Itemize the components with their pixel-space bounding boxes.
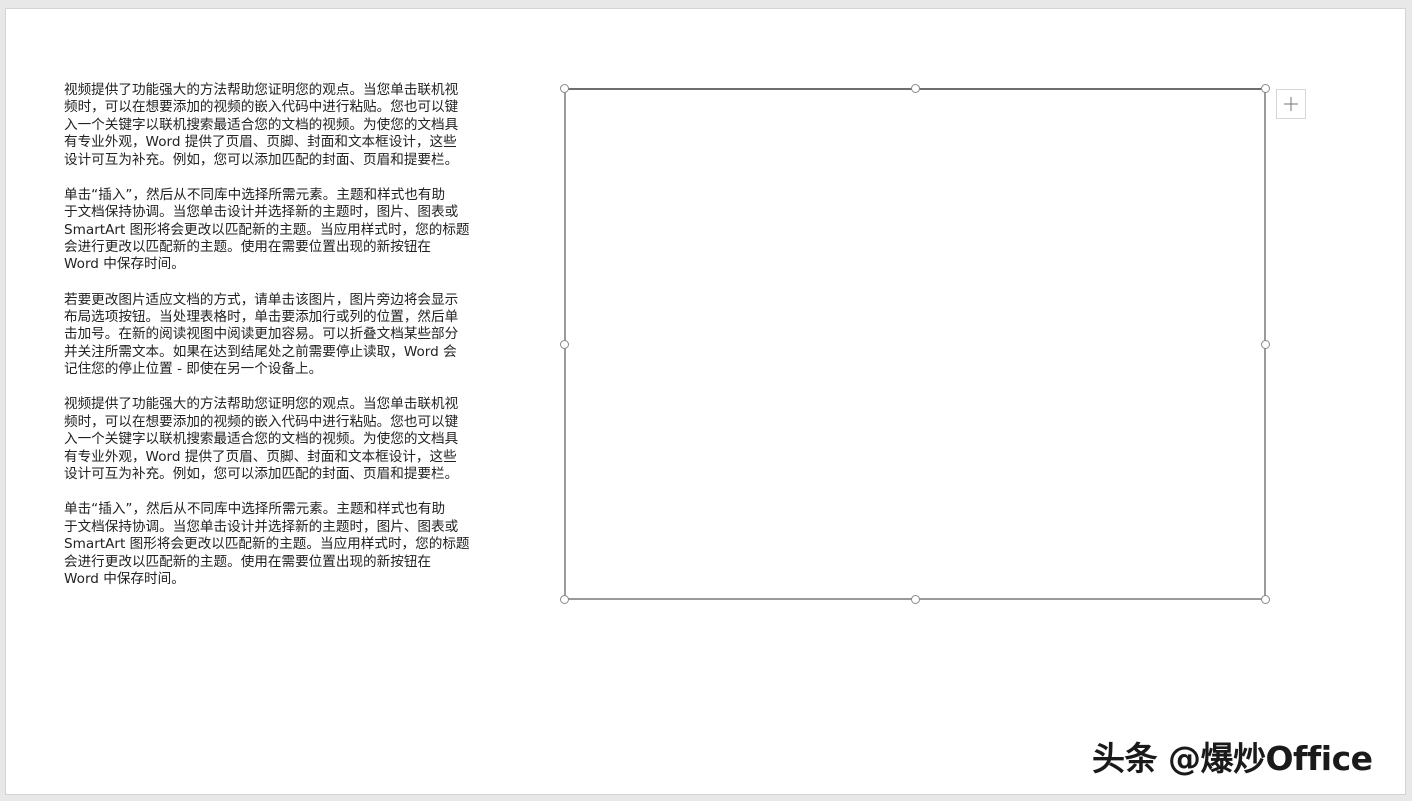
document-page[interactable]: 视频提供了功能强大的方法帮助您证明您的观点。当您单击联机视 频时，可以在想要添加… [5,8,1406,795]
selected-shape[interactable] [564,88,1266,600]
paragraph-2[interactable]: 单击“插入”，然后从不同库中选择所需元素。主题和样式也有助 于文档保持协调。当您… [64,187,509,274]
resize-handle-top-right[interactable] [1261,84,1270,93]
paragraph-4[interactable]: 视频提供了功能强大的方法帮助您证明您的观点。当您单击联机视 频时，可以在想要添加… [64,396,509,483]
layout-options-button[interactable] [1276,89,1306,119]
resize-handle-middle-right[interactable] [1261,340,1270,349]
plus-icon [1284,97,1298,111]
paragraph-5[interactable]: 单击“插入”，然后从不同库中选择所需元素。主题和样式也有助 于文档保持协调。当您… [64,501,509,588]
resize-handle-bottom-center[interactable] [911,595,920,604]
resize-handle-bottom-right[interactable] [1261,595,1270,604]
text-column[interactable]: 视频提供了功能强大的方法帮助您证明您的观点。当您单击联机视 频时，可以在想要添加… [64,82,509,606]
paragraph-3[interactable]: 若要更改图片适应文档的方式，请单击该图片，图片旁边将会显示 布局选项按钮。当处理… [64,292,509,379]
watermark: 头条 @爆炒Office [1092,739,1373,778]
resize-handle-top-center[interactable] [911,84,920,93]
resize-handle-bottom-left[interactable] [560,595,569,604]
resize-handle-top-left[interactable] [560,84,569,93]
resize-handle-middle-left[interactable] [560,340,569,349]
paragraph-1[interactable]: 视频提供了功能强大的方法帮助您证明您的观点。当您单击联机视 频时，可以在想要添加… [64,82,509,169]
